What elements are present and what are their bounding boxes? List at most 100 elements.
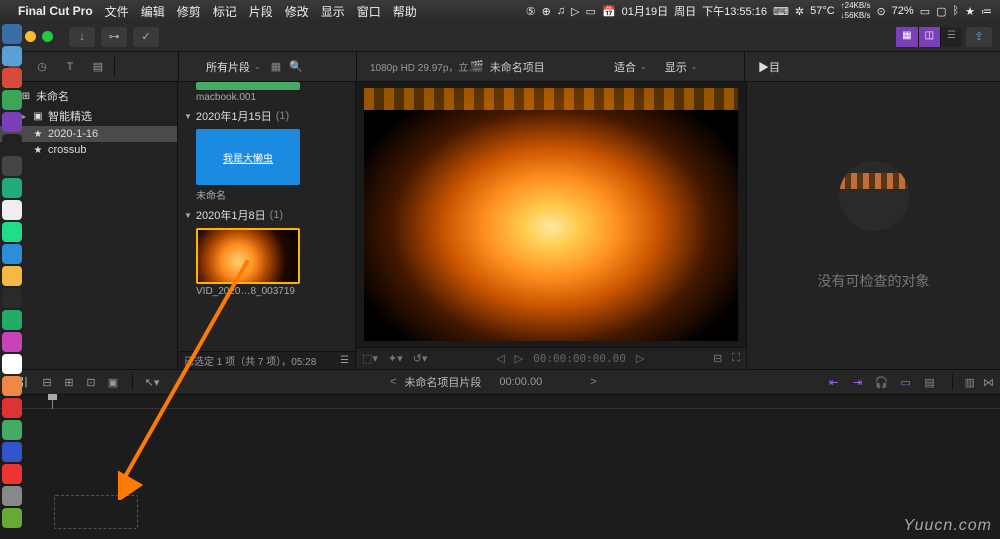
menu-mark[interactable]: 标记 <box>213 3 237 20</box>
box-icon[interactable]: ▭ <box>586 5 596 18</box>
dock-app-icon[interactable] <box>2 244 22 264</box>
skimming-icon[interactable]: ⇤ <box>824 374 844 390</box>
dock-app-icon[interactable] <box>2 376 22 396</box>
dock-app-icon[interactable] <box>2 310 22 330</box>
sidebar-item-smart[interactable]: ▶ ▣ 智能精选 <box>0 106 177 126</box>
list-view-icon[interactable]: ☰ <box>340 355 349 366</box>
dock-app-icon[interactable] <box>2 398 22 418</box>
insert-clip-icon[interactable]: ⊞ <box>58 373 80 391</box>
playhead[interactable] <box>52 395 53 409</box>
dock-app-icon[interactable] <box>2 90 22 110</box>
menu-view[interactable]: 显示 <box>321 3 345 20</box>
dock-app-icon[interactable] <box>2 178 22 198</box>
fit-select[interactable]: 适合⌄ <box>608 59 653 75</box>
layout-list-icon[interactable]: ☰ <box>941 27 962 47</box>
dock-app-icon[interactable] <box>2 24 22 44</box>
timeline-dropzone[interactable] <box>54 495 138 529</box>
timeline[interactable] <box>0 395 1000 539</box>
next-edit-icon[interactable]: ▷ <box>636 352 644 365</box>
layout-grid-icon[interactable]: ▦ <box>896 27 918 47</box>
menu-clip[interactable]: 片段 <box>249 3 273 20</box>
play-icon[interactable]: ▷ <box>515 352 523 365</box>
menu-modify[interactable]: 修改 <box>285 3 309 20</box>
fullscreen-icon[interactable]: ⛶ <box>732 352 740 365</box>
clip-thumbnail[interactable]: 我是大懒虫 未命名 <box>196 129 349 202</box>
disclosure-triangle-icon[interactable]: ▼ <box>184 211 192 220</box>
calendar-icon[interactable]: 📅 <box>602 5 616 18</box>
clip-thumbnail[interactable]: macbook.001 <box>196 82 349 103</box>
sidebar-library-root[interactable]: ▼ ⊞ 未命名 <box>0 86 177 106</box>
disclosure-triangle-icon[interactable]: ▼ <box>184 112 192 121</box>
menu-help[interactable]: 帮助 <box>393 3 417 20</box>
dock-app-icon[interactable] <box>2 134 22 154</box>
sidebar-item-event[interactable]: ★ 2020-1-16 <box>0 126 177 142</box>
share-button[interactable]: ⇪ <box>966 27 992 47</box>
retime-tool-icon[interactable]: ↺▾ <box>413 352 428 365</box>
wifi-icon[interactable]: ⊙ <box>876 5 885 18</box>
dock-app-icon[interactable] <box>2 354 22 374</box>
arrow-tool-icon[interactable]: ↖▾ <box>141 373 163 391</box>
fan-icon[interactable]: ✲ <box>795 5 804 18</box>
maximize-button[interactable] <box>42 31 53 42</box>
date-group-header[interactable]: ▼ 2020年1月15日 (1) <box>178 105 355 127</box>
viewer-canvas[interactable] <box>364 88 738 341</box>
connect-clip-icon[interactable]: ⊟ <box>36 373 58 391</box>
loop-icon[interactable]: ⊟ <box>713 352 722 365</box>
battery[interactable]: 72% <box>892 5 914 17</box>
clip-filter-select[interactable]: 所有片段 ⌄ ▦ 🔍 <box>200 59 309 75</box>
display-icon[interactable]: ▢ <box>936 5 946 18</box>
dock-app-icon[interactable] <box>2 222 22 242</box>
append-clip-icon[interactable]: ⊡ <box>80 373 102 391</box>
clip-thumbnail-selected[interactable]: VID_2020…8_003719 <box>196 228 349 297</box>
inspector-tab[interactable]: ▶目 <box>752 59 786 75</box>
view-select[interactable]: 显示⌄ <box>659 59 704 75</box>
music-icon[interactable]: ♫ <box>557 5 565 17</box>
transform-tool-icon[interactable]: ⬚▾ <box>362 352 378 365</box>
menu-trim[interactable]: 修剪 <box>177 3 201 20</box>
date[interactable]: 01月19日 <box>622 3 668 19</box>
time[interactable]: 下午13:55:16 <box>702 3 767 19</box>
spotlight-icon[interactable]: ★ <box>965 5 975 18</box>
dock-app-icon[interactable] <box>2 464 22 484</box>
status-icon[interactable]: ⑤ <box>526 5 536 18</box>
transitions-browser-icon[interactable]: ⋈ <box>983 376 994 389</box>
overwrite-clip-icon[interactable]: ▣ <box>102 373 124 391</box>
titles-tab-icon[interactable]: T <box>56 55 84 79</box>
menu-window[interactable]: 窗口 <box>357 3 381 20</box>
dock-app-icon[interactable] <box>2 508 22 528</box>
dock-app-icon[interactable] <box>2 486 22 506</box>
app-name[interactable]: Final Cut Pro <box>18 4 93 18</box>
sidebar-item-event[interactable]: ★ crossub <box>0 142 177 158</box>
audio-skimming-icon[interactable]: ⇥ <box>848 374 868 390</box>
dock-app-icon[interactable] <box>2 200 22 220</box>
minimize-button[interactable] <box>25 31 36 42</box>
solo-icon[interactable]: 🎧 <box>872 374 892 390</box>
bg-tasks-button[interactable]: ✓ <box>133 27 159 47</box>
photos-tab-icon[interactable]: ◷ <box>28 55 56 79</box>
dock-app-icon[interactable] <box>2 112 22 132</box>
effects-browser-icon[interactable]: ▥ <box>965 376 975 389</box>
keyboard-icon[interactable]: ⌨ <box>773 5 789 18</box>
layout-dual-icon[interactable]: ◫ <box>919 27 941 47</box>
date-group-header[interactable]: ▼ 2020年1月8日 (1) <box>178 204 355 226</box>
keyword-button[interactable]: ⊶ <box>101 27 127 47</box>
status-icon[interactable]: ⊕ <box>542 5 551 18</box>
timeline-ruler[interactable] <box>0 395 1000 409</box>
grid-icon[interactable]: ▦ <box>271 60 281 73</box>
dock-app-icon[interactable] <box>2 288 22 308</box>
lane-icon[interactable]: ▤ <box>920 374 940 390</box>
dock-app-icon[interactable] <box>2 156 22 176</box>
menu-file[interactable]: 文件 <box>105 3 129 20</box>
generators-tab-icon[interactable]: ▤ <box>84 55 112 79</box>
play-icon[interactable]: ▷ <box>571 5 579 18</box>
dock-app-icon[interactable] <box>2 420 22 440</box>
snapping-icon[interactable]: ▭ <box>896 374 916 390</box>
nav-next-icon[interactable]: > <box>590 376 596 388</box>
nav-prev-icon[interactable]: < <box>390 376 396 388</box>
enhance-tool-icon[interactable]: ✦▾ <box>388 352 403 365</box>
prev-edit-icon[interactable]: ◁ <box>496 352 504 365</box>
search-icon[interactable]: 🔍 <box>289 60 303 73</box>
dock-app-icon[interactable] <box>2 332 22 352</box>
bluetooth-icon[interactable]: ᛒ <box>953 5 960 17</box>
import-button[interactable]: ↓ <box>69 27 95 47</box>
